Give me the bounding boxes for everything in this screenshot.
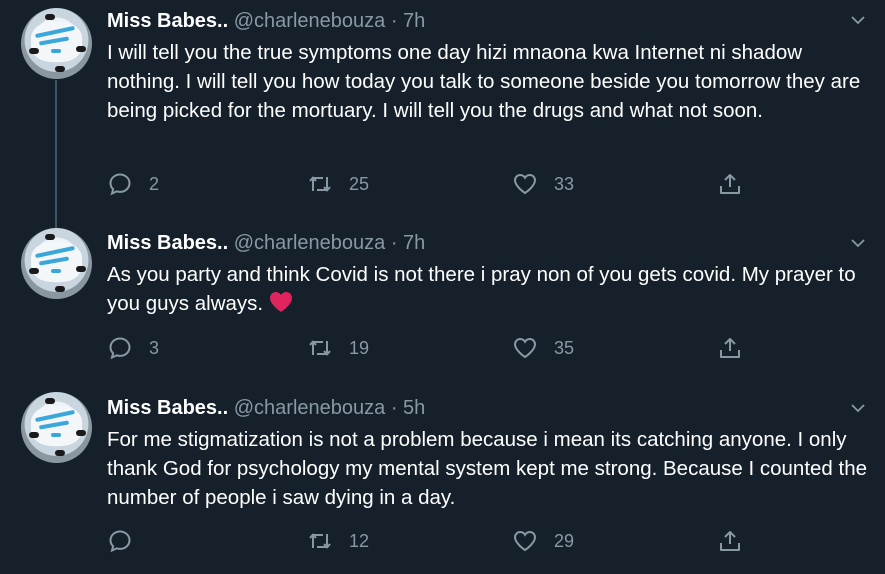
share-button[interactable] xyxy=(717,169,743,199)
timestamp[interactable]: 5h xyxy=(403,397,425,419)
retweet-button[interactable]: 25 xyxy=(307,169,369,199)
tweet-header: Miss Babes.. @charlenebouza · 5h xyxy=(107,396,425,420)
avatar[interactable] xyxy=(21,392,92,463)
heart-icon xyxy=(513,530,537,552)
like-count: 33 xyxy=(554,173,575,194)
red-heart-emoji-icon xyxy=(270,292,293,312)
tweet[interactable]: Miss Babes.. @charlenebouza · 5h For me … xyxy=(0,385,885,574)
retweet-icon xyxy=(309,340,331,356)
retweet-button[interactable]: 19 xyxy=(307,333,369,363)
retweet-button[interactable]: 12 xyxy=(307,526,369,556)
share-icon xyxy=(720,338,740,358)
like-count: 29 xyxy=(554,530,575,551)
chevron-down-icon[interactable] xyxy=(850,400,866,416)
retweet-count: 12 xyxy=(349,530,370,551)
tweet-actions: 12 29 xyxy=(107,526,767,556)
tweet-text-content: As you party and think Covid is not ther… xyxy=(107,263,856,315)
reply-button[interactable] xyxy=(107,526,149,556)
share-icon xyxy=(720,174,740,194)
chevron-down-icon[interactable] xyxy=(850,12,866,28)
reply-count: 2 xyxy=(149,173,160,194)
heart-icon xyxy=(513,173,537,195)
reply-count: 3 xyxy=(149,337,160,358)
timestamp[interactable]: 7h xyxy=(403,232,425,254)
retweet-icon xyxy=(309,533,331,549)
user-handle[interactable]: @charlenebouza xyxy=(234,397,386,419)
tweet[interactable]: Miss Babes.. @charlenebouza · 7h I will … xyxy=(0,0,885,220)
like-count: 35 xyxy=(554,337,575,358)
like-button[interactable]: 35 xyxy=(512,333,574,363)
tweet-header: Miss Babes.. @charlenebouza · 7h xyxy=(107,231,425,255)
tweet[interactable]: Miss Babes.. @charlenebouza · 7h As you … xyxy=(0,220,885,385)
share-button[interactable] xyxy=(717,526,743,556)
like-button[interactable]: 33 xyxy=(512,169,574,199)
retweet-icon xyxy=(309,176,331,192)
reply-button[interactable]: 3 xyxy=(107,333,159,363)
share-icon xyxy=(720,531,740,551)
display-name[interactable]: Miss Babes.. xyxy=(107,232,228,254)
like-button[interactable]: 29 xyxy=(512,526,574,556)
chevron-down-icon[interactable] xyxy=(850,235,866,251)
separator-dot: · xyxy=(390,10,398,32)
reply-icon xyxy=(109,337,131,360)
display-name[interactable]: Miss Babes.. xyxy=(107,10,228,32)
reply-button[interactable]: 2 xyxy=(107,169,159,199)
tweet-text: As you party and think Covid is not ther… xyxy=(107,260,872,318)
separator-dot: · xyxy=(390,397,398,419)
user-handle[interactable]: @charlenebouza xyxy=(234,10,386,32)
retweet-count: 25 xyxy=(349,173,370,194)
tweet-actions: 2 25 33 xyxy=(107,169,767,199)
avatar[interactable] xyxy=(21,228,92,299)
tweet-header: Miss Babes.. @charlenebouza · 7h xyxy=(107,9,425,33)
share-button[interactable] xyxy=(717,333,743,363)
reply-icon xyxy=(109,173,131,196)
reply-icon xyxy=(109,530,131,553)
avatar[interactable] xyxy=(21,8,92,79)
tweet-text: For me stigmatization is not a problem b… xyxy=(107,428,868,509)
display-name[interactable]: Miss Babes.. xyxy=(107,397,228,419)
separator-dot: · xyxy=(390,232,398,254)
retweet-count: 19 xyxy=(349,337,370,358)
tweet-text: I will tell you the true symptoms one da… xyxy=(107,41,861,122)
heart-icon xyxy=(513,337,537,359)
tweet-actions: 3 19 35 xyxy=(107,333,767,363)
timestamp[interactable]: 7h xyxy=(403,10,425,32)
user-handle[interactable]: @charlenebouza xyxy=(234,232,386,254)
